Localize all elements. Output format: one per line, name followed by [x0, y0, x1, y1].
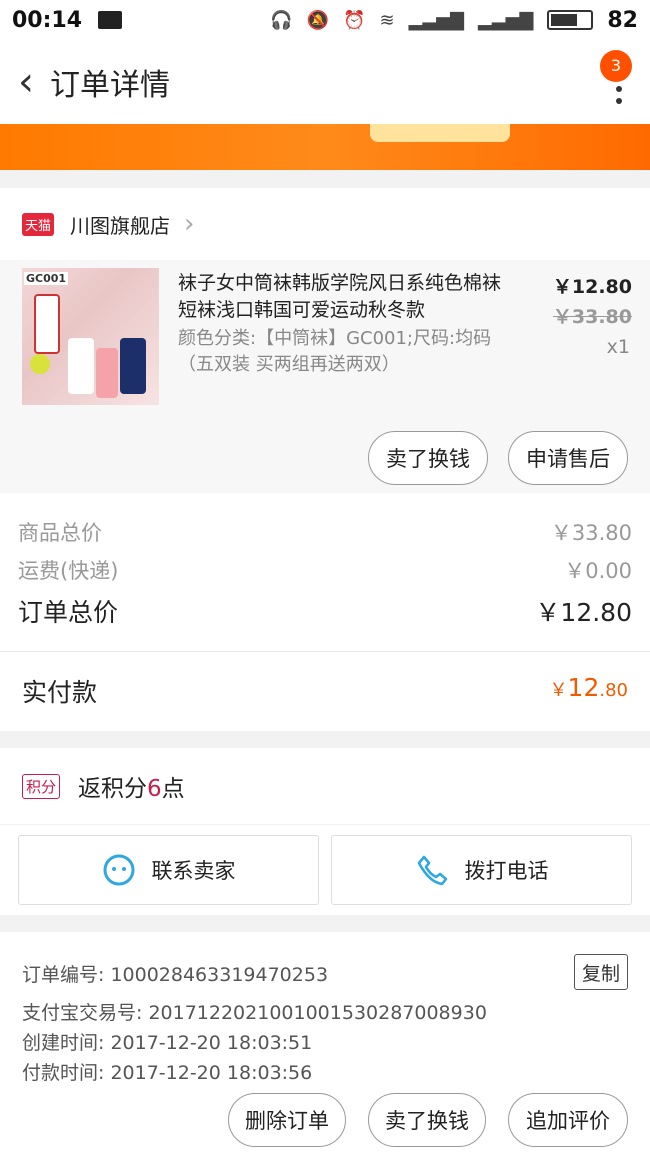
status-time: 00:14: [12, 7, 83, 33]
thumbnail-tag: GC001: [24, 272, 69, 285]
product-sku: 颜色分类:【中筒袜】GC001;尺码:均码（五双装 买两组再送两双）: [178, 328, 492, 375]
add-review-button[interactable]: 追加评价: [508, 1093, 628, 1147]
contact-seller-label: 联系卖家: [151, 859, 236, 883]
signal-icon: ▂▃▅▇: [408, 9, 464, 31]
phone-icon: [417, 855, 447, 886]
sock-image: [34, 294, 60, 354]
after-sales-button[interactable]: 申请售后: [508, 431, 628, 485]
paid-currency: ￥: [549, 680, 568, 701]
divider: [0, 651, 650, 652]
paid-decimal: .80: [599, 680, 628, 701]
sock-image: [120, 338, 146, 394]
bottom-action-bar: 删除订单 卖了换钱 追加评价: [0, 1085, 650, 1155]
status-bar: 00:14 🎧 🔕 ⏰ ≋ ▂▃▅▇ ▂▃▅▇ 82: [0, 0, 650, 40]
price-summary: 商品总价 ￥33.80 运费(快递) ￥0.00 订单总价 ￥12.80 实付款…: [0, 493, 650, 731]
points-row: 积分 返积分6点: [0, 748, 650, 824]
goods-total-value: ￥33.80: [550, 521, 632, 545]
shipping-label: 运费(快递): [18, 559, 119, 583]
ball-image: [30, 354, 50, 374]
chat-icon: [103, 854, 134, 886]
sock-image: [68, 338, 94, 394]
shop-row[interactable]: 天猫 川图旗舰店 ›: [0, 188, 650, 260]
paid-value: ￥12.80: [550, 673, 628, 702]
status-icons: 🎧 🔕 ⏰ ≋ ▂▃▅▇ ▂▃▅▇ 82: [270, 8, 638, 33]
battery-icon: [547, 10, 594, 30]
app-header: ‹ 订单详情 3: [0, 40, 650, 124]
paid-integer: 12: [567, 673, 600, 702]
original-price: ￥33.80: [552, 306, 632, 328]
goods-total-row: 商品总价 ￥33.80: [18, 517, 632, 547]
points-number: 6: [147, 776, 162, 802]
resell-button-bottom[interactable]: 卖了换钱: [368, 1093, 486, 1147]
status-banner: [0, 124, 650, 170]
headset-icon: 🎧: [270, 9, 293, 31]
paid-time: 付款时间: 2017-12-20 18:03:56: [22, 1062, 313, 1084]
notification-badge: 3: [600, 50, 632, 82]
product-thumbnail[interactable]: GC001: [22, 268, 159, 405]
signal-3g-icon: ▂▃▅▇: [478, 9, 534, 31]
alipay-trade-number: 支付宝交易号: 2017122021001001530287008930: [22, 1002, 487, 1024]
product-title[interactable]: 袜子女中筒袜韩版学院风日系纯色棉袜短袜浅口韩国可爱运动秋冬款: [178, 270, 518, 324]
paid-label: 实付款: [22, 678, 98, 707]
wifi-icon: ≋: [379, 9, 395, 31]
sock-image: [96, 348, 118, 398]
points-text: 返积分6点: [78, 769, 185, 803]
points-text-after: 点: [161, 776, 185, 802]
created-time: 创建时间: 2017-12-20 18:03:51: [22, 1032, 313, 1054]
copy-button[interactable]: 复制: [574, 954, 628, 990]
chevron-right-icon: ›: [184, 209, 195, 239]
shipping-value: ￥0.00: [564, 559, 632, 583]
order-number: 订单编号: 100028463319470253: [22, 964, 329, 986]
tmall-badge: 天猫: [22, 212, 55, 236]
page-title: 订单详情: [50, 68, 170, 103]
gift-box-illustration: [370, 124, 510, 142]
points-badge: 积分: [22, 773, 61, 799]
product-quantity: x1: [606, 336, 630, 358]
resell-button[interactable]: 卖了换钱: [368, 431, 488, 485]
contact-row: 联系卖家 拨打电话: [0, 825, 650, 915]
contact-seller-button[interactable]: 联系卖家: [18, 835, 319, 905]
message-icon: [98, 11, 123, 29]
call-button[interactable]: 拨打电话: [331, 835, 632, 905]
delete-order-button[interactable]: 删除订单: [228, 1093, 346, 1147]
product-price: ￥12.80: [552, 276, 632, 298]
back-arrow-icon[interactable]: ‹: [6, 59, 46, 105]
shipping-row: 运费(快递) ￥0.00: [18, 555, 632, 585]
order-total-value: ￥12.80: [535, 598, 632, 627]
alarm-icon: ⏰: [343, 9, 366, 31]
call-label: 拨打电话: [464, 859, 549, 883]
points-text-before: 返积分: [78, 776, 148, 802]
mute-icon: 🔕: [306, 9, 330, 31]
shop-name: 川图旗舰店: [70, 213, 171, 238]
order-total-label: 订单总价: [18, 598, 119, 627]
goods-total-label: 商品总价: [18, 521, 102, 545]
battery-percent: 82: [607, 7, 638, 33]
order-item[interactable]: GC001 袜子女中筒袜韩版学院风日系纯色棉袜短袜浅口韩国可爱运动秋冬款 颜色分…: [0, 260, 650, 493]
order-total-row: 订单总价 ￥12.80: [18, 593, 632, 629]
